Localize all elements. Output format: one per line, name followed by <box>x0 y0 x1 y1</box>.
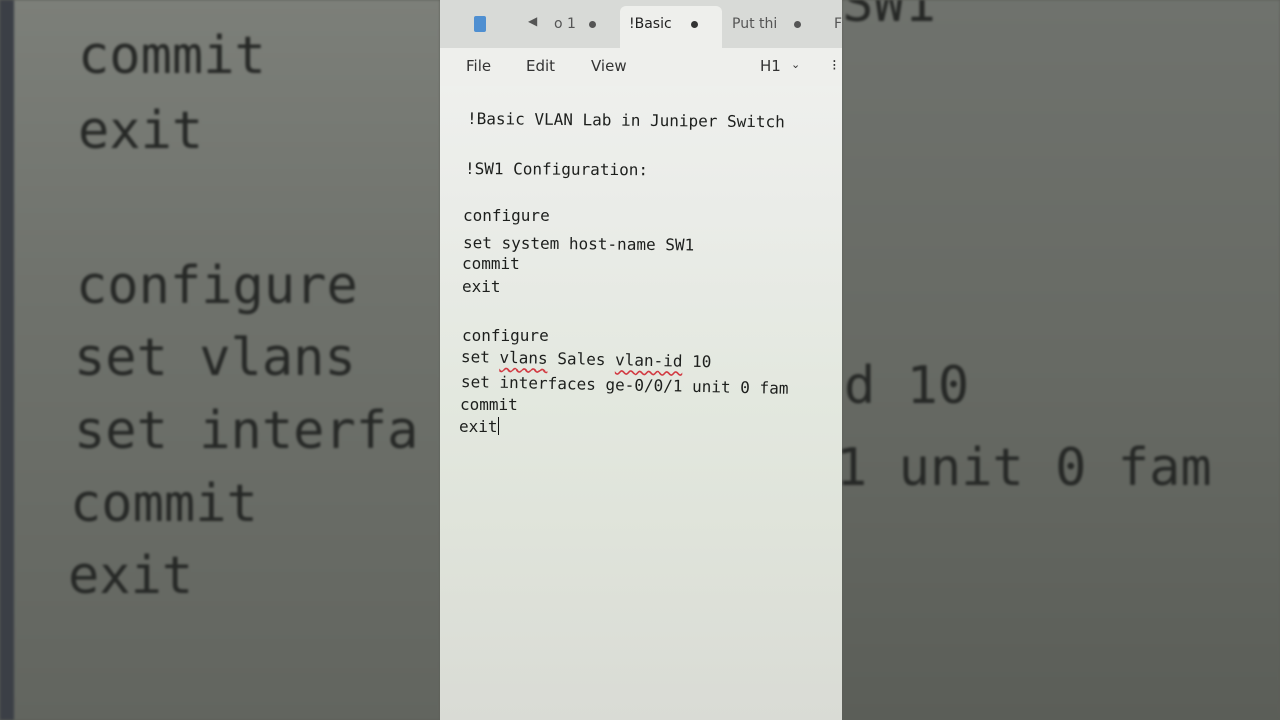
code-token: 10 <box>682 351 712 372</box>
menu-bar: File Edit View H1 ⌄ ⁝ <box>440 48 842 86</box>
scroll-left-icon[interactable]: ◀ <box>528 14 537 28</box>
background-strip <box>0 0 14 720</box>
background-right: SW1 d 10 1 unit 0 fam <box>842 0 1280 720</box>
menu-file[interactable]: File <box>466 57 491 75</box>
code-line: configure <box>462 326 549 345</box>
bg-text-sw1: SW1 <box>842 0 936 34</box>
tab-1-label[interactable]: o 1 <box>554 16 576 32</box>
code-line-vlans: set vlans Sales vlan-id 10 <box>461 347 712 371</box>
code-line: commit <box>462 254 520 273</box>
bg-text-set-vlans: set vlans <box>74 332 356 384</box>
tab-4-label[interactable]: F <box>834 16 842 32</box>
background-left: commit exit configure set vlans set inte… <box>0 0 440 720</box>
tab-basic-unsaved-dot-icon <box>691 21 698 28</box>
code-token: set <box>460 347 500 367</box>
code-token-vlan-id: vlan-id <box>614 350 683 371</box>
code-line-last: exit <box>459 417 499 436</box>
tab-basic-label[interactable]: !Basic <box>629 16 672 32</box>
text-caret <box>497 417 499 435</box>
menu-view[interactable]: View <box>591 57 627 75</box>
bg-text-set-interfaces: set interfa <box>74 401 419 461</box>
bg-text-commit-2: commit <box>70 474 258 534</box>
list-format-icon[interactable]: ⁝ <box>832 56 837 74</box>
document-body[interactable]: !Basic VLAN Lab in Juniper Switch !SW1 C… <box>440 86 842 720</box>
bg-text-configure: configure <box>76 256 358 316</box>
heading-selector[interactable]: H1 <box>760 57 781 75</box>
code-line: exit <box>462 277 501 296</box>
bg-text-d10: d 10 <box>844 356 970 416</box>
code-line: commit <box>460 395 518 414</box>
bg-text-vlans: vlans <box>199 328 356 388</box>
code-line: set system host-name SW1 <box>462 233 695 255</box>
code-line: configure <box>463 206 550 225</box>
code-line: set interfaces ge-0/0/1 unit 0 fam <box>460 372 789 398</box>
tab-3-label[interactable]: Put thi <box>732 16 777 32</box>
doc-section-heading: !SW1 Configuration: <box>464 159 649 180</box>
tab-bar: ◀ o 1 !Basic Put thi F <box>440 0 842 48</box>
bg-text-unit-0-fam: 1 unit 0 fam <box>842 438 1212 498</box>
tab-1-unsaved-dot-icon <box>589 21 596 28</box>
doc-title: !Basic VLAN Lab in Juniper Switch <box>466 109 785 132</box>
tab-3-unsaved-dot-icon <box>794 21 801 28</box>
bg-text-set: set <box>74 328 200 388</box>
bg-text-commit: commit <box>78 26 266 86</box>
bg-text-exit-2: exit <box>68 546 194 606</box>
menu-edit[interactable]: Edit <box>526 57 555 75</box>
code-token: exit <box>459 417 498 436</box>
bg-text-exit: exit <box>78 101 204 161</box>
code-token-vlans: vlans <box>499 347 548 368</box>
notepad-window: ◀ o 1 !Basic Put thi F File Edit View H1… <box>440 0 842 720</box>
code-token: Sales <box>547 348 616 370</box>
notepad-app-icon <box>474 16 486 32</box>
chevron-down-icon[interactable]: ⌄ <box>791 58 800 71</box>
